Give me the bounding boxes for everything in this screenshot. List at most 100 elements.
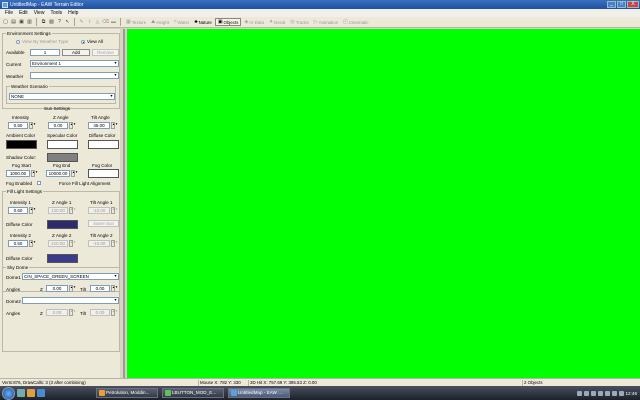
taskbar-item-editor[interactable]: UntitledMap - EAW ... [228,388,290,398]
mode-height-button[interactable]: ⛰ Height [149,18,171,26]
paste-icon[interactable]: ▧ [48,19,55,26]
view-all-radio[interactable] [81,40,85,44]
menu-help[interactable]: Help [65,10,81,16]
fog-enabled-checkbox[interactable] [37,181,41,185]
dome2-z-field[interactable]: 0.00 [46,309,68,316]
specular-color-swatch[interactable] [47,140,78,149]
mode-objects-button[interactable]: ▣ Objects [214,18,242,26]
brush-icon[interactable]: ⌇ [86,19,93,26]
media-player-icon[interactable] [37,389,45,397]
remove-button[interactable]: Remove [92,49,119,56]
fill-icon[interactable]: ◬ [94,19,101,26]
sun-intensity-field[interactable]: 0.50 [8,122,28,129]
menu-view[interactable]: View [31,10,48,16]
messenger-icon[interactable] [618,390,624,396]
copy-icon[interactable]: ⧉ [40,19,47,26]
minimize-button[interactable]: _ [607,1,616,8]
save-all-icon[interactable]: ▥ [26,19,33,26]
sun-tilt-angle-field[interactable]: 45.00 [88,122,110,129]
network-icon[interactable] [576,390,582,396]
weather-type-radio[interactable] [16,40,20,44]
dome1-tilt-spinner[interactable]: ▲▼ [111,285,118,292]
diffuse2-color-swatch[interactable] [47,254,78,263]
fill-intensity1-field[interactable]: 0.50 [8,207,28,214]
weather-select[interactable]: ▼ [30,72,119,79]
sun-z-angle-spinner[interactable]: ▲▼ [69,122,76,129]
dome1-z-spinner[interactable]: ▲▼ [69,285,76,292]
save-icon[interactable]: ▣ [18,19,25,26]
fill-intensity2-field[interactable]: 0.50 [8,240,28,247]
sun-intensity-spinner[interactable]: ▲▼ [29,122,36,129]
fog-start-spinner[interactable]: ▲▼ [31,170,38,177]
weather-scenario-select[interactable]: NONE ▼ [9,93,115,100]
fill-tilt-angle1-spinner[interactable]: ▲▼ [111,207,118,214]
dome2-z-spinner[interactable]: ▲▼ [69,309,76,316]
fill-tilt-angle1-field[interactable]: -10.00 [88,207,110,214]
sun-tilt-angle-spinner[interactable]: ▲▼ [111,122,118,129]
diffuse-color-swatch[interactable] [88,140,119,149]
fill-z-angle1-spinner[interactable]: ▲▼ [69,207,76,214]
menu-file[interactable]: File [2,10,16,16]
start-button[interactable] [2,386,15,400]
pointer-help-icon[interactable]: ↖ [64,19,71,26]
fill-intensity2-spinner[interactable]: ▲▼ [29,240,36,247]
map-viewport[interactable] [127,29,640,378]
mode-texture-button[interactable]: ▦ Texture [124,18,148,26]
panel-scrollbar[interactable] [120,29,123,378]
ambient-color-swatch[interactable] [6,140,37,149]
show-desktop-icon[interactable] [17,389,25,397]
mode-ai-data-button[interactable]: ◈ AI Data [242,18,266,26]
taskbar-item-image[interactable]: LBUTTON_MOD_E... [162,388,224,398]
open-icon[interactable]: ▤ [10,19,17,26]
eraser-icon[interactable]: ⌫ [102,19,109,26]
dome2-tilt-spinner[interactable]: ▲▼ [111,309,118,316]
fog-end-field[interactable]: 10000.00 [46,170,70,177]
fill-z-angle1-field[interactable]: 120.00 [48,207,68,214]
maximize-button[interactable]: □ [617,1,626,8]
battery-icon[interactable] [604,390,610,396]
update-icon[interactable] [597,390,603,396]
language-icon[interactable] [611,390,617,396]
current-select[interactable]: Environment 1 ▼ [30,60,119,67]
dome2-select[interactable]: ▼ [22,297,119,304]
mode-animation-button[interactable]: ▷ Animation [312,18,340,26]
fill-intensity1-spinner[interactable]: ▲▼ [29,207,36,214]
fill-tilt-angle2-field[interactable]: -10.00 [88,240,110,247]
new-icon[interactable]: ▢ [2,19,9,26]
mode-tracks-button[interactable]: ◎ Tracks [288,18,310,26]
dome1-select[interactable]: CIN_SPACE_GREEN_SCREEN ▼ [22,273,119,280]
chevron-down-icon: ▼ [113,61,118,65]
tilt-angle1-label: Tilt Angle 1 [90,200,113,205]
close-button[interactable]: X [627,1,639,8]
taskbar-item-browser[interactable]: Petrolution, Moddin... [96,388,158,398]
diffuse1-color-swatch[interactable] [47,220,78,229]
available-field[interactable]: 1 [30,49,60,56]
volume-icon[interactable] [583,390,589,396]
fog-end-spinner[interactable]: ▲▼ [71,170,78,177]
shadow-color-swatch[interactable] [47,153,78,162]
fill-tilt-angle2-spinner[interactable]: ▲▼ [111,240,118,247]
security-icon[interactable] [590,390,596,396]
line-icon[interactable]: ▬ [110,19,117,26]
pencil-icon[interactable]: ✎ [78,19,85,26]
mode-water-button[interactable]: ≈ Water [172,18,191,26]
fog-start-field[interactable]: 1000.00 [6,170,30,177]
mode-nature-button[interactable]: ♣ Nature [192,18,213,26]
mode-cinematic-button[interactable]: ◰ Cinematic [341,18,370,26]
browser-icon[interactable] [27,389,35,397]
dome1-z-field[interactable]: 0.00 [46,285,68,292]
water-icon: ≈ [174,19,177,25]
dome1-tilt-field[interactable]: 0.00 [90,285,110,292]
fill-z-angle2-spinner[interactable]: ▲▼ [69,240,76,247]
add-button[interactable]: Add [62,49,90,56]
clock[interactable]: 12:46 [626,391,638,396]
menu-edit[interactable]: Edit [16,10,31,16]
fog-color-swatch[interactable] [88,169,119,178]
same-sun-button[interactable]: Same Sun [88,220,119,227]
help-icon[interactable]: ? [56,19,63,26]
mode-decal-button[interactable]: ✦ Decal [267,18,287,26]
fill-z-angle2-field[interactable]: 210.00 [48,240,68,247]
menu-tools[interactable]: Tools [47,10,65,16]
dome2-tilt-field[interactable]: 0.00 [90,309,110,316]
sun-z-angle-field[interactable]: 0.00 [48,122,68,129]
